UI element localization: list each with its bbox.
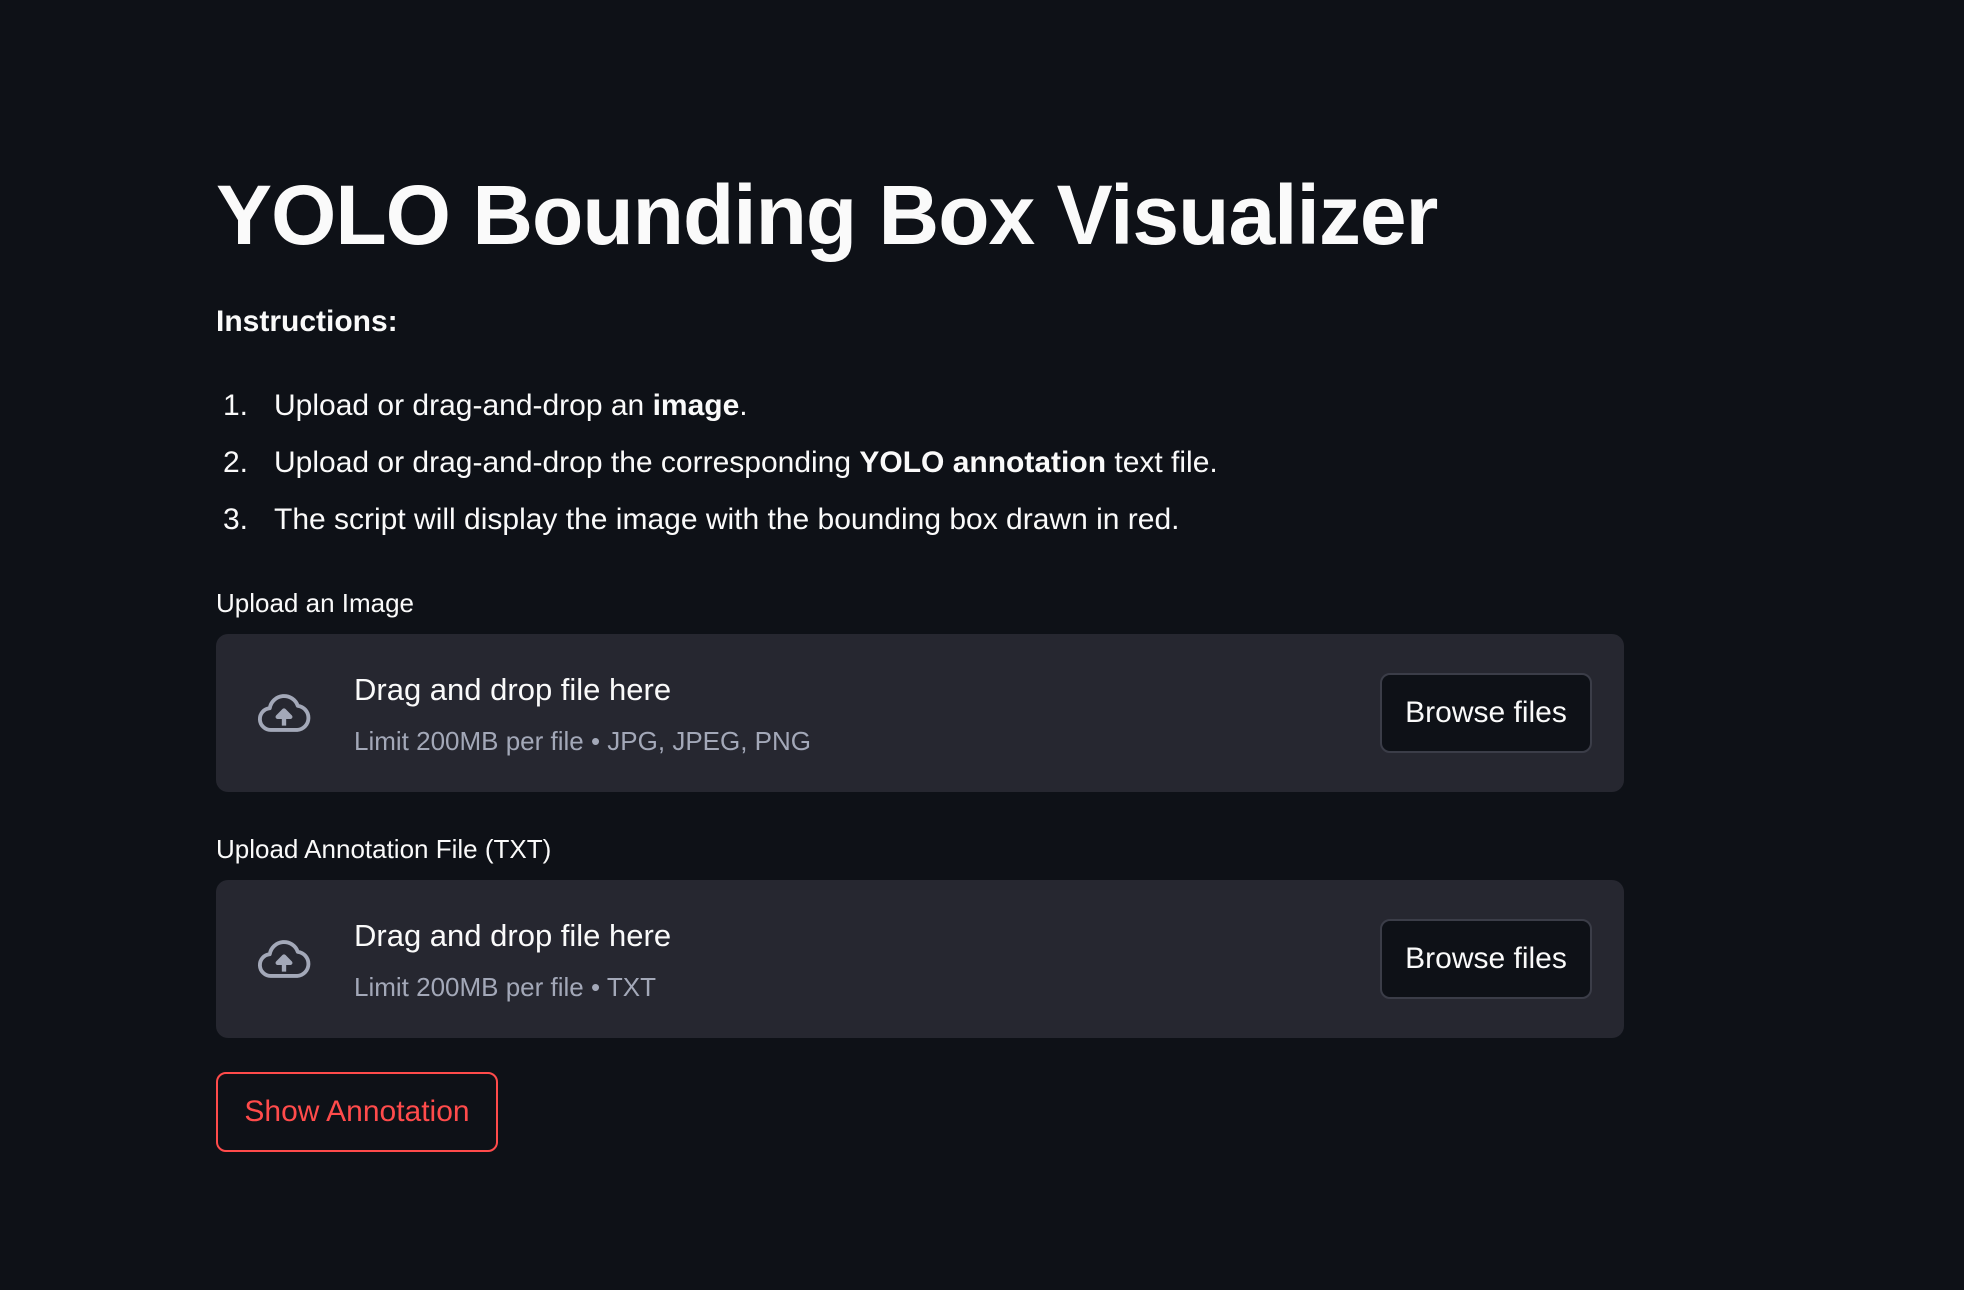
instruction-step: 2. Upload or drag-and-drop the correspon… <box>216 440 1218 497</box>
dropzone-limit-text: Limit 200MB per file • TXT <box>354 972 656 1002</box>
dropzone-instruction: Drag and drop file here <box>354 918 672 953</box>
image-dropzone[interactable]: Drag and drop file here Limit 200MB per … <box>216 634 1624 792</box>
annotation-dropzone[interactable]: Drag and drop file here Limit 200MB per … <box>216 880 1624 1038</box>
step-text: Upload or drag-and-drop an image. <box>274 389 748 422</box>
annotation-upload-label: Upload Annotation File (TXT) <box>216 834 552 864</box>
show-annotation-button[interactable]: Show Annotation <box>216 1072 498 1152</box>
instructions-heading: Instructions: <box>216 305 398 338</box>
browse-files-button[interactable]: Browse files <box>1380 673 1592 753</box>
step-text: Upload or drag-and-drop the correspondin… <box>274 446 1218 479</box>
instructions-list: 1. Upload or drag-and-drop an image. 2. … <box>216 383 1218 554</box>
instruction-step: 1. Upload or drag-and-drop an image. <box>216 383 1218 440</box>
step-number: 3. <box>223 503 249 536</box>
dropzone-instruction: Drag and drop file here <box>354 672 672 707</box>
step-text: The script will display the image with t… <box>274 503 1180 536</box>
step-number: 2. <box>223 446 249 479</box>
instruction-step: 3. The script will display the image wit… <box>216 497 1218 554</box>
browse-files-button[interactable]: Browse files <box>1380 919 1592 999</box>
step-number: 1. <box>223 389 249 422</box>
page-title: YOLO Bounding Box Visualizer <box>216 168 1438 262</box>
cloud-upload-icon <box>257 940 311 978</box>
image-upload-label: Upload an Image <box>216 588 415 618</box>
dropzone-limit-text: Limit 200MB per file • JPG, JPEG, PNG <box>354 726 812 756</box>
cloud-upload-icon <box>257 694 311 732</box>
